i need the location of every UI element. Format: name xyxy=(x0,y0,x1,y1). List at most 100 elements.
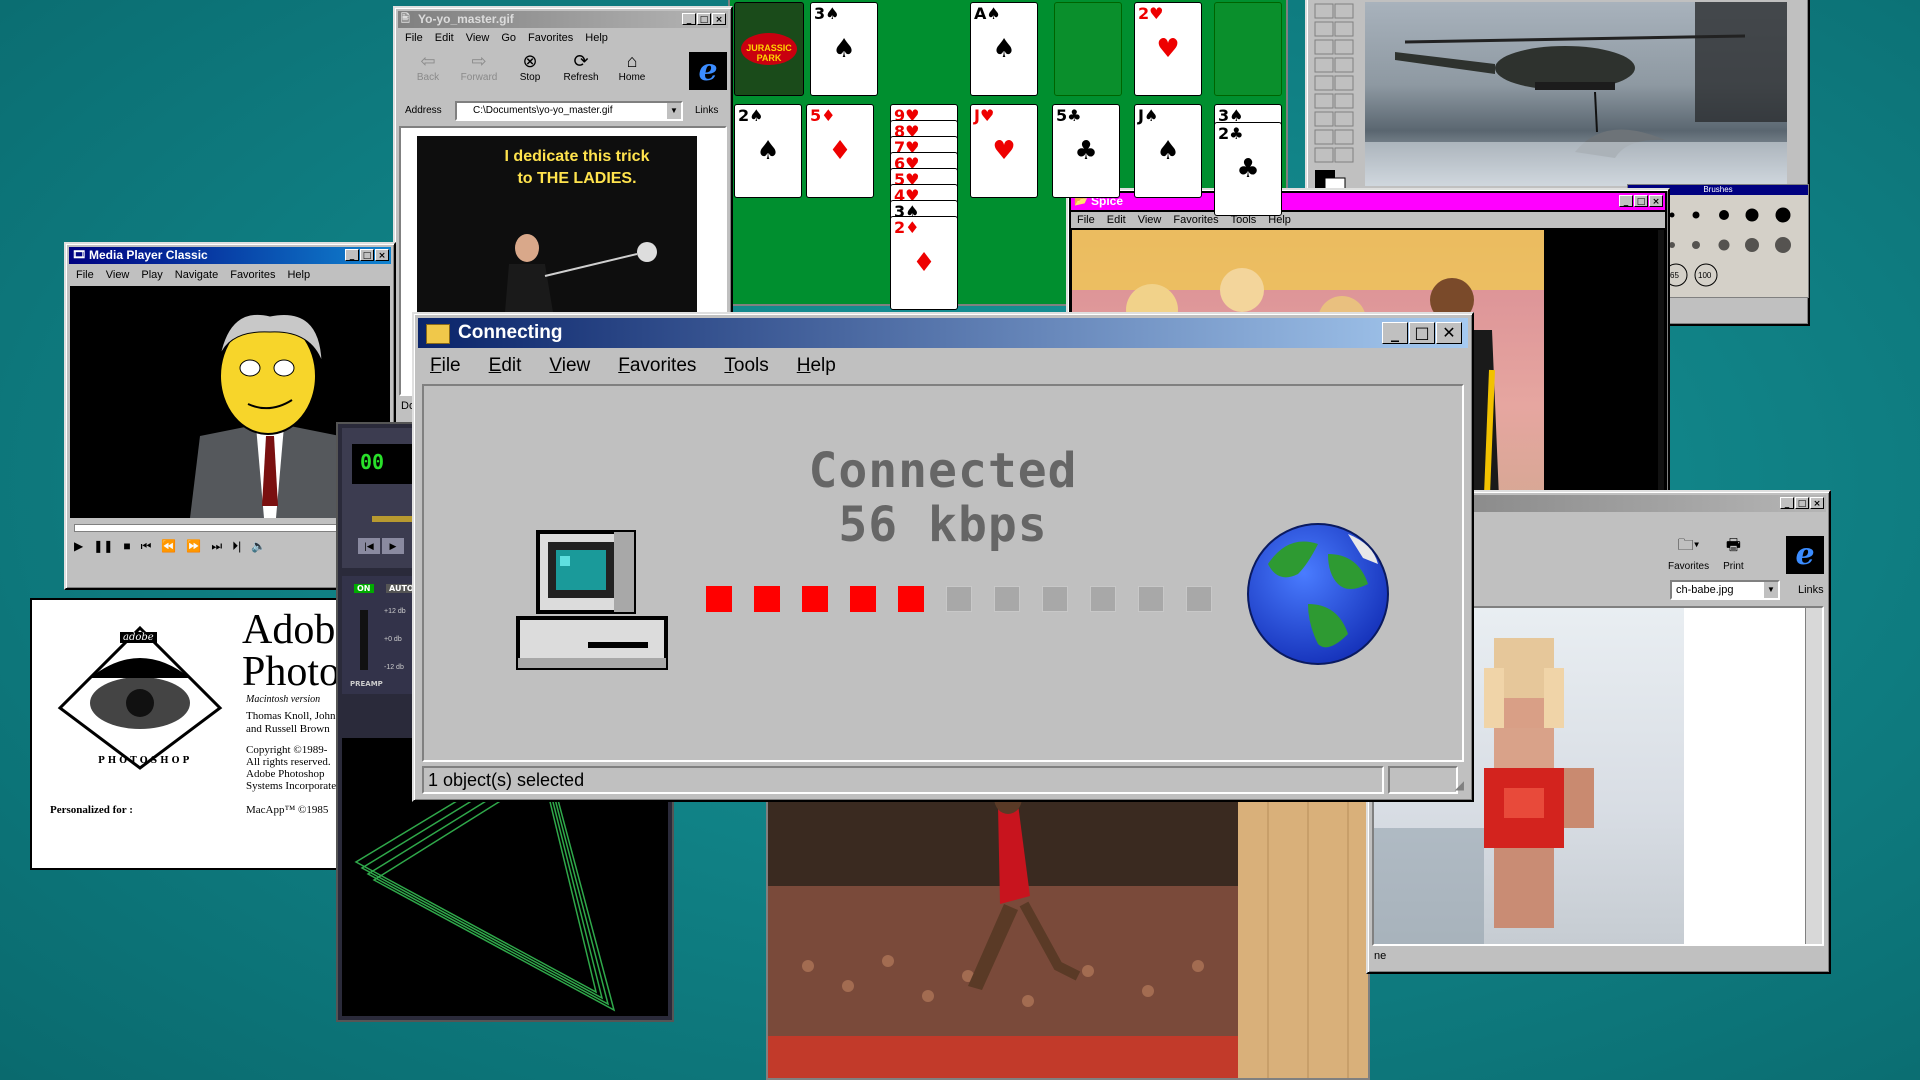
paint-tools-icons[interactable] xyxy=(1311,2,1361,192)
links-label[interactable]: Links xyxy=(695,105,718,116)
playing-card[interactable]: 2♣ ♣ xyxy=(1214,122,1282,216)
menu-help[interactable]: Help xyxy=(287,269,310,281)
preamp-slider[interactable] xyxy=(360,610,368,670)
volume-icon[interactable]: 🔈 xyxy=(251,539,266,553)
menu-file[interactable]: File xyxy=(430,355,461,377)
play-icon[interactable]: ▶ xyxy=(74,539,83,553)
back-button[interactable]: ⇦ Back xyxy=(407,50,449,94)
ie-babe-address-input[interactable]: ch-babe.jpg ▼ xyxy=(1670,580,1780,600)
photoshop-macapp: MacApp™ ©1985 xyxy=(246,804,329,816)
menu-view[interactable]: View xyxy=(549,355,590,377)
card-rank: 3♠ xyxy=(814,4,840,23)
maximize-button[interactable]: □ xyxy=(1409,322,1435,344)
photoshop-title-line1: Adobe xyxy=(242,607,350,653)
menu-edit[interactable]: Edit xyxy=(489,355,522,377)
close-button[interactable]: × xyxy=(712,13,726,25)
pause-icon[interactable]: ❚❚ xyxy=(93,539,113,553)
playing-card[interactable]: 5♦ ♦ xyxy=(806,104,874,198)
menu-view[interactable]: View xyxy=(1138,214,1162,226)
rewind-icon[interactable]: ⏪ xyxy=(161,539,176,553)
menu-help[interactable]: Help xyxy=(585,32,608,44)
playing-card[interactable]: 3♠ ♠ xyxy=(810,2,878,96)
card-suit-icon: ♣ xyxy=(1236,154,1260,184)
minimize-button[interactable]: _ xyxy=(1780,497,1794,509)
prev-icon[interactable]: ⏮ xyxy=(141,539,152,554)
close-button[interactable]: × xyxy=(375,249,389,261)
card-rank: 2♥ xyxy=(1138,4,1164,23)
refresh-button[interactable]: ⟳ Refresh xyxy=(559,50,603,94)
connecting-titlebar[interactable]: Connecting _ □ ✕ xyxy=(418,318,1468,348)
forward-button[interactable]: ⇨ Forward xyxy=(457,50,501,94)
menu-play[interactable]: Play xyxy=(141,269,162,281)
menu-tools[interactable]: Tools xyxy=(724,355,768,377)
close-button[interactable]: × xyxy=(1649,195,1663,207)
playing-card[interactable]: A♠ ♠ xyxy=(970,2,1038,96)
playing-card[interactable]: 2♥ ♥ xyxy=(1134,2,1202,96)
stop-button[interactable]: ⊗ Stop xyxy=(509,50,551,94)
maximize-button[interactable]: □ xyxy=(1795,497,1809,509)
ie-yoyo-titlebar[interactable]: 🖹 Yo-yo_master.gif _ □ × xyxy=(398,11,728,28)
progress-square-empty xyxy=(1138,586,1164,612)
minimize-button[interactable]: _ xyxy=(1382,322,1408,344)
menu-file[interactable]: File xyxy=(76,269,94,281)
foundation-slot[interactable] xyxy=(1054,2,1122,96)
fastforward-icon[interactable]: ⏩ xyxy=(186,539,201,553)
mpc-titlebar[interactable]: 🎞 Media Player Classic _ □ × xyxy=(69,247,391,264)
menu-edit[interactable]: Edit xyxy=(1107,214,1126,226)
maximize-button[interactable]: □ xyxy=(1634,195,1648,207)
playing-card[interactable]: 2♦ ♦ xyxy=(890,216,958,310)
menu-file[interactable]: File xyxy=(405,32,423,44)
close-button[interactable]: ✕ xyxy=(1436,322,1462,344)
menu-view[interactable]: View xyxy=(466,32,490,44)
eq-db-bottom: -12 db xyxy=(384,664,404,671)
menu-edit[interactable]: Edit xyxy=(435,32,454,44)
maximize-button[interactable]: □ xyxy=(360,249,374,261)
dunk-photo-window xyxy=(766,784,1370,1080)
deck-back-card[interactable]: JURASSIC PARK xyxy=(734,2,804,96)
home-button[interactable]: ⌂ Home xyxy=(611,50,653,94)
ie-babe-scrollbar[interactable] xyxy=(1805,608,1822,944)
frame-step-icon[interactable]: ⏵| xyxy=(232,539,241,554)
winamp-volume-slider[interactable] xyxy=(372,516,412,522)
ie-babe-status: ne xyxy=(1374,950,1387,962)
minimize-button[interactable]: _ xyxy=(1619,195,1633,207)
menu-favorites[interactable]: Favorites xyxy=(1173,214,1218,226)
stop-icon[interactable]: ■ xyxy=(123,539,130,553)
winamp-play-icon[interactable]: ▶ xyxy=(382,538,404,554)
playing-card[interactable]: J♠ ♠ xyxy=(1134,104,1202,198)
menu-go[interactable]: Go xyxy=(501,32,516,44)
menu-favorites[interactable]: Favorites xyxy=(528,32,573,44)
playing-card[interactable]: J♥ ♥ xyxy=(970,104,1038,198)
menu-view[interactable]: View xyxy=(106,269,130,281)
menu-navigate[interactable]: Navigate xyxy=(175,269,218,281)
winamp-prev-icon[interactable]: |◀ xyxy=(358,538,380,554)
address-input[interactable]: C:\Documents\yo-yo_master.gif ▼ xyxy=(455,101,683,121)
photoshop-title-line2: Photoshop xyxy=(242,649,348,695)
next-icon[interactable]: ⏭ xyxy=(211,539,222,554)
progress-square-empty xyxy=(994,586,1020,612)
minimize-button[interactable]: _ xyxy=(345,249,359,261)
ie-logo-icon: e xyxy=(1786,536,1824,574)
playing-card[interactable]: 5♣ ♣ xyxy=(1052,104,1120,198)
minimize-button[interactable]: _ xyxy=(682,13,696,25)
close-button[interactable]: × xyxy=(1810,497,1824,509)
resize-grip-icon[interactable]: ◢ xyxy=(1455,778,1464,792)
eq-db-top: +12 db xyxy=(384,608,406,615)
dropdown-arrow-icon[interactable]: ▼ xyxy=(667,103,681,119)
print-button[interactable]: 🖶 Print xyxy=(1723,534,1744,574)
menu-favorites[interactable]: Favorites xyxy=(618,355,696,377)
eq-on-button[interactable]: ON xyxy=(354,584,374,593)
foundation-slot[interactable] xyxy=(1214,2,1282,96)
favorites-button[interactable]: 🗀▾ Favorites xyxy=(1668,534,1709,574)
menu-file[interactable]: File xyxy=(1077,214,1095,226)
maximize-button[interactable]: □ xyxy=(697,13,711,25)
folder-open-icon xyxy=(426,324,450,344)
mpc-title: Media Player Classic xyxy=(89,248,208,262)
helicopter-shark-photo xyxy=(1365,2,1787,186)
paint-canvas-image[interactable] xyxy=(1365,2,1787,186)
menu-favorites[interactable]: Favorites xyxy=(230,269,275,281)
playing-card[interactable]: 2♠ ♠ xyxy=(734,104,802,198)
links-label[interactable]: Links xyxy=(1798,584,1824,596)
menu-help[interactable]: Help xyxy=(797,355,836,377)
dropdown-arrow-icon[interactable]: ▼ xyxy=(1764,582,1778,598)
